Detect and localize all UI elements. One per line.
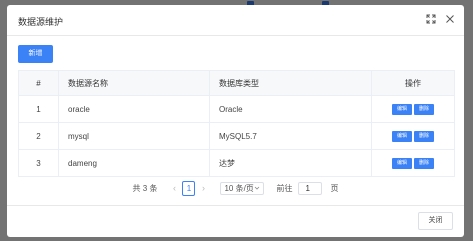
row-name: mysql xyxy=(58,122,210,150)
row-type: 达梦 xyxy=(209,149,372,177)
close-button[interactable]: 关闭 xyxy=(418,212,453,230)
chevron-down-icon xyxy=(254,184,260,193)
row-type: MySQL5.7 xyxy=(209,122,372,150)
fullscreen-icon[interactable] xyxy=(426,14,436,24)
table-row: 2 mysql MySQL5.7 编辑 删除 xyxy=(18,122,455,150)
edit-button[interactable]: 编辑 xyxy=(392,157,412,169)
delete-button[interactable]: 删除 xyxy=(414,103,434,115)
row-actions: 编辑 删除 xyxy=(371,95,455,123)
row-name: dameng xyxy=(58,149,210,177)
dialog-footer: 关闭 xyxy=(7,205,464,237)
delete-button[interactable]: 删除 xyxy=(414,157,434,169)
pagination-total: 共 3 条 xyxy=(132,183,158,193)
column-header-index: # xyxy=(18,70,59,96)
edit-button[interactable]: 编辑 xyxy=(392,130,412,142)
column-header-actions: 操作 xyxy=(371,70,455,96)
goto-page-input[interactable] xyxy=(298,181,323,195)
table-row: 1 oracle Oracle 编辑 删除 xyxy=(18,95,455,123)
pagination: 共 3 条 ‹ 1 › 10 条/页 前往 页 xyxy=(7,180,464,196)
column-header-type: 数据库类型 xyxy=(209,70,372,96)
datasource-table: # 数据源名称 数据库类型 操作 1 oracle Oracle 编辑 删除 2 … xyxy=(18,70,455,177)
close-icon[interactable] xyxy=(445,14,455,24)
page-size-select[interactable]: 10 条/页 xyxy=(220,181,265,195)
row-actions: 编辑 删除 xyxy=(371,122,455,150)
datasource-dialog: 数据源维护 新增 # 数据源名称 数据库类型 操作 1 oracle Oracl… xyxy=(7,5,464,237)
table-row: 3 dameng 达梦 编辑 删除 xyxy=(18,149,455,177)
row-index: 2 xyxy=(18,122,59,150)
goto-label: 前往 xyxy=(276,183,293,193)
edit-button[interactable]: 编辑 xyxy=(392,103,412,115)
dialog-title: 数据源维护 xyxy=(18,17,64,27)
row-name: oracle xyxy=(58,95,210,123)
delete-button[interactable]: 删除 xyxy=(414,130,434,142)
page-size-value: 10 条/页 xyxy=(224,183,254,193)
goto-suffix: 页 xyxy=(330,183,339,193)
row-actions: 编辑 删除 xyxy=(371,149,455,177)
row-index: 1 xyxy=(18,95,59,123)
add-button[interactable]: 新增 xyxy=(18,45,53,63)
pagination-page-1[interactable]: 1 xyxy=(182,180,196,196)
chevron-right-icon[interactable]: › xyxy=(198,183,208,193)
chevron-left-icon[interactable]: ‹ xyxy=(169,183,179,193)
row-index: 3 xyxy=(18,149,59,177)
dialog-header: 数据源维护 xyxy=(7,5,464,36)
column-header-name: 数据源名称 xyxy=(58,70,210,96)
table-header-row: # 数据源名称 数据库类型 操作 xyxy=(18,70,455,96)
row-type: Oracle xyxy=(209,95,372,123)
